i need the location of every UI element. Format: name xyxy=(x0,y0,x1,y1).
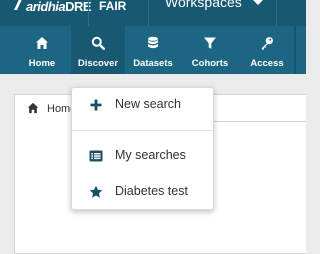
plus-icon xyxy=(90,99,102,111)
my-searches-label: My searches xyxy=(115,148,186,162)
topbar-divider xyxy=(88,0,89,26)
new-search-item[interactable]: New search xyxy=(72,91,213,119)
star-icon xyxy=(89,185,103,198)
chevron-down-icon[interactable] xyxy=(253,0,263,5)
list-icon xyxy=(89,150,103,162)
my-searches-item[interactable]: My searches xyxy=(72,142,213,170)
logo-text: aridhiaDRE xyxy=(26,0,92,14)
nav-cohorts[interactable]: Cohorts xyxy=(186,26,234,74)
top-bar: aridhiaDRE FAIR Workspaces xyxy=(0,0,306,26)
saved-search-item[interactable]: Diabetes test xyxy=(72,178,213,206)
filter-icon xyxy=(204,37,216,49)
nav-overflow xyxy=(294,26,306,74)
nav-home[interactable]: Home xyxy=(22,26,62,74)
aridhia-logo-icon xyxy=(14,0,22,10)
home-icon xyxy=(36,37,48,49)
nav-home-label: Home xyxy=(28,58,56,69)
topbar-divider xyxy=(276,0,277,26)
nav-discover-label: Discover xyxy=(77,58,119,69)
main-nav: Home Discover Datasets Cohorts Access xyxy=(0,26,306,74)
dropdown-divider xyxy=(72,130,213,131)
saved-search-label: Diabetes test xyxy=(115,184,188,198)
nav-access[interactable]: Access xyxy=(245,26,289,74)
nav-access-label: Access xyxy=(250,58,284,69)
nav-cohorts-label: Cohorts xyxy=(191,58,229,69)
database-icon xyxy=(148,36,158,49)
workspaces-menu[interactable]: Workspaces xyxy=(165,0,242,10)
fair-link[interactable]: FAIR xyxy=(99,0,126,13)
home-icon xyxy=(27,102,39,114)
search-icon xyxy=(91,36,105,50)
discover-dropdown: New search My searches Diabetes test xyxy=(71,87,214,210)
topbar-divider xyxy=(148,0,149,26)
nav-discover[interactable]: Discover xyxy=(71,26,125,74)
key-icon xyxy=(261,37,273,50)
nav-datasets[interactable]: Datasets xyxy=(128,26,178,74)
new-search-label: New search xyxy=(115,97,181,111)
nav-datasets-label: Datasets xyxy=(133,58,173,69)
